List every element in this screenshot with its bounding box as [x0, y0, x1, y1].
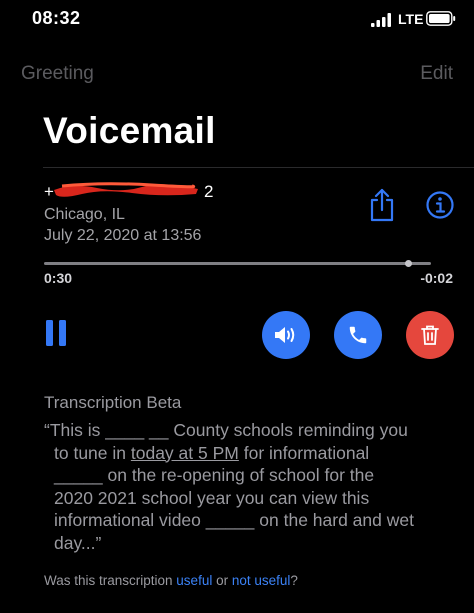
transcription-segment: 2020 2021 school year you can view this: [54, 487, 370, 508]
transcription-segment[interactable]: today at 5 PM: [131, 443, 239, 463]
transcription-line: _____ on the re-opening of school for th…: [44, 464, 454, 487]
not-useful-link[interactable]: not useful: [232, 573, 291, 588]
signal-strength-icon: [371, 13, 391, 27]
transcription-text: “This is ____ __ County schools remindin…: [44, 419, 454, 554]
transcription-line: to tune in today at 5 PM for information…: [44, 442, 454, 465]
caller-number-end: 2: [203, 182, 214, 201]
pause-icon: [46, 320, 66, 346]
info-icon: [426, 191, 454, 219]
elapsed-time: 0:30: [44, 270, 73, 286]
transcription-heading: Transcription Beta: [44, 393, 182, 412]
transcription-segment: informational video _____ on the hard an…: [54, 510, 414, 530]
speaker-button[interactable]: [262, 311, 310, 359]
edit-button[interactable]: Edit: [420, 63, 453, 85]
delete-button[interactable]: [406, 311, 454, 359]
battery-icon: [426, 11, 456, 26]
transcription-line: informational video _____ on the hard an…: [44, 509, 454, 532]
transcription-line: “This is ____ __ County schools remindin…: [44, 419, 454, 442]
remaining-time: -0:02: [420, 270, 453, 286]
speaker-icon: [275, 327, 295, 343]
transcription-segment: day...”: [54, 532, 102, 553]
feedback-prefix: Was this transcription: [44, 573, 177, 588]
trash-icon: [421, 325, 439, 345]
playback-scrubber[interactable]: [44, 262, 431, 265]
network-type: LTE: [398, 11, 424, 27]
voicemail-date: July 22, 2020 at 13:56: [44, 227, 202, 244]
share-button[interactable]: [367, 188, 397, 222]
useful-link[interactable]: useful: [176, 573, 212, 588]
transcription-segment: _____ on the re-opening of school for th…: [54, 465, 375, 485]
transcription-segment: “This is ____ __ County schools remindin…: [44, 420, 408, 440]
transcription-segment: for informational: [238, 442, 370, 463]
info-button[interactable]: [425, 190, 455, 220]
transcription-line: 2020 2021 school year you can view this: [44, 487, 454, 510]
divider: [43, 167, 474, 168]
pause-button[interactable]: [44, 318, 68, 348]
feedback-suffix: ?: [290, 573, 298, 588]
transcription-segment: to tune in: [54, 442, 131, 463]
call-back-button[interactable]: [334, 311, 382, 359]
feedback-or: or: [212, 573, 232, 588]
share-icon: [370, 188, 394, 222]
greeting-button[interactable]: Greeting: [21, 63, 94, 85]
page-title: Voicemail: [43, 110, 216, 151]
transcription-line: day...”: [44, 532, 454, 555]
caller-location: Chicago, IL: [44, 206, 125, 223]
scrubber-handle[interactable]: [404, 260, 412, 267]
phone-icon: [349, 326, 367, 344]
status-time: 08:32: [32, 8, 81, 28]
redaction-mark: [54, 182, 198, 197]
transcription-feedback: Was this transcription useful or not use…: [44, 573, 298, 588]
